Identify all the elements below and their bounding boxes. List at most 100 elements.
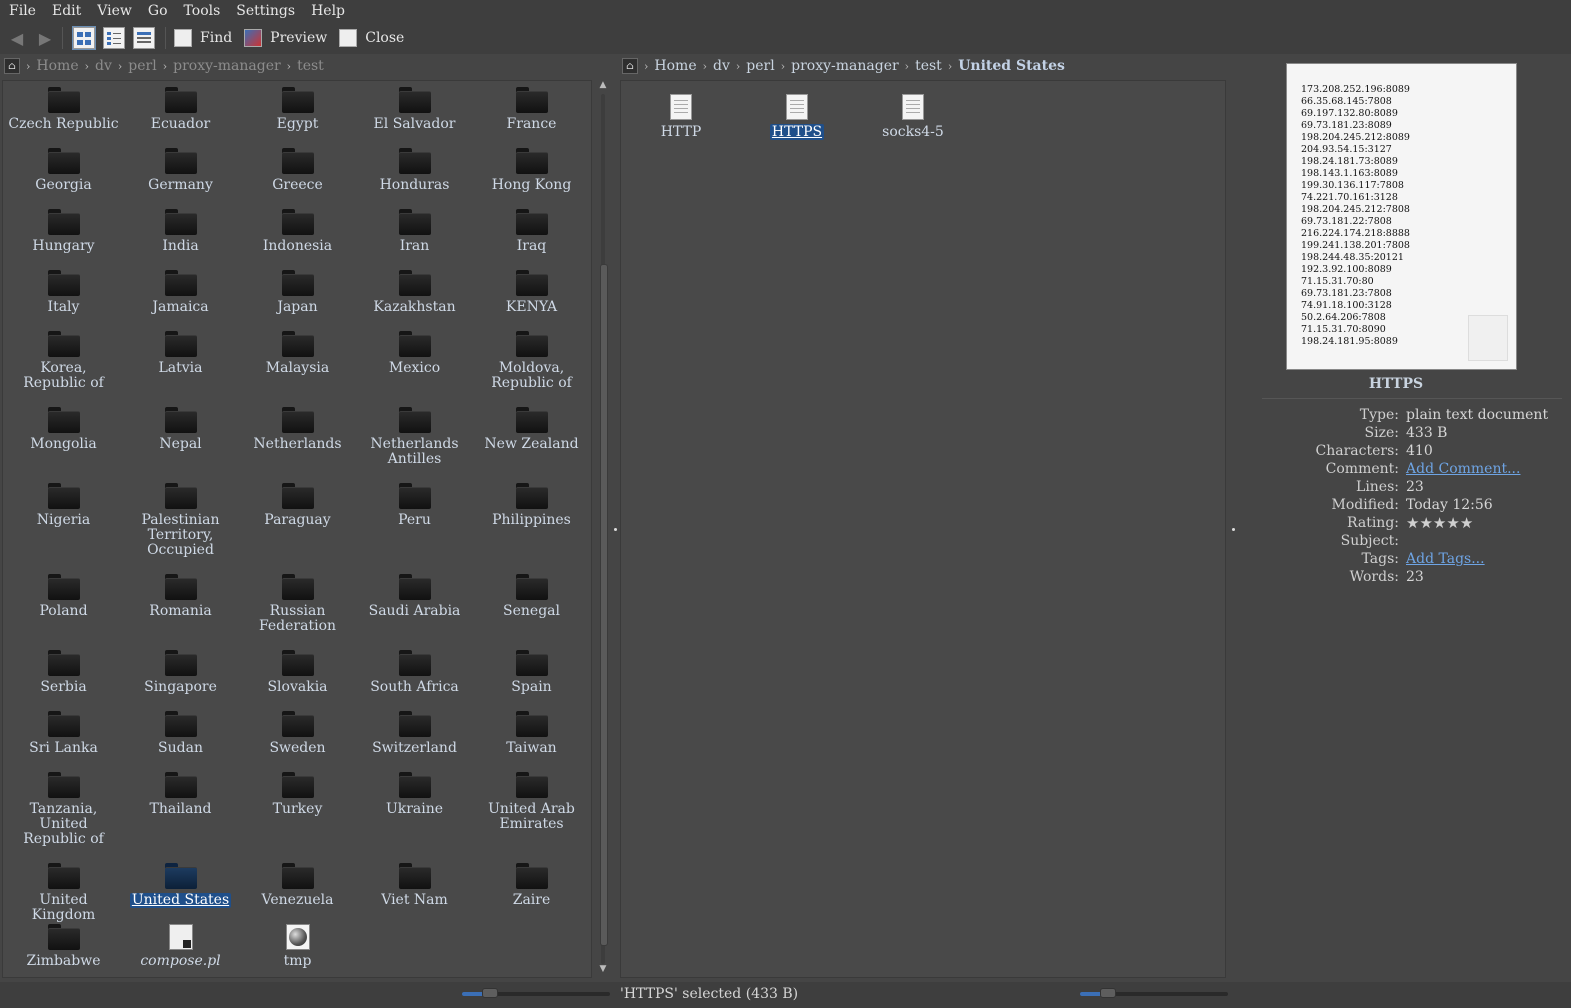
folder-item[interactable]: Spain	[473, 650, 590, 695]
crumb-test[interactable]: test	[915, 58, 942, 74]
folder-item[interactable]: Georgia	[5, 148, 122, 193]
folder-item[interactable]: Philippines	[473, 483, 590, 528]
menu-tools[interactable]: Tools	[175, 3, 228, 19]
folder-item[interactable]: New Zealand	[473, 407, 590, 452]
right-zoom-slider[interactable]	[1080, 988, 1228, 998]
find-button[interactable]: Find	[174, 29, 232, 47]
menu-help[interactable]: Help	[302, 3, 352, 19]
scroll-down-icon[interactable]: ▼	[596, 964, 610, 978]
crumb-united-states[interactable]: United States	[958, 58, 1065, 74]
folder-item[interactable]: Honduras	[356, 148, 473, 193]
folder-item[interactable]: Tanzania, United Republic of	[5, 772, 122, 847]
splitter-handle[interactable]	[614, 528, 617, 531]
back-arrow-icon[interactable]: ◀	[6, 27, 28, 49]
folder-item[interactable]: Japan	[239, 270, 356, 315]
splitter-handle[interactable]	[1232, 528, 1235, 531]
crumb-perl[interactable]: perl	[746, 58, 774, 74]
crumb-perl[interactable]: perl	[128, 58, 156, 74]
star-icon[interactable]: ★	[1446, 514, 1459, 532]
star-icon[interactable]: ★	[1406, 514, 1419, 532]
folder-item[interactable]: Indonesia	[239, 209, 356, 254]
file-item[interactable]: socks4-5	[873, 94, 953, 140]
folder-item[interactable]: Slovakia	[239, 650, 356, 695]
folder-item[interactable]: Ecuador	[122, 87, 239, 132]
folder-item[interactable]: El Salvador	[356, 87, 473, 132]
star-icon[interactable]: ★	[1433, 514, 1446, 532]
scroll-up-icon[interactable]: ▲	[596, 80, 610, 94]
folder-item[interactable]: Taiwan	[473, 711, 590, 756]
folder-item[interactable]: Venezuela	[239, 863, 356, 908]
compact-view-icon[interactable]	[103, 27, 125, 49]
folder-item[interactable]: Palestinian Territory, Occupied	[122, 483, 239, 558]
crumb-test[interactable]: test	[297, 58, 324, 74]
folder-item[interactable]: Iraq	[473, 209, 590, 254]
folder-item[interactable]: Saudi Arabia	[356, 574, 473, 619]
scroll-thumb[interactable]	[600, 264, 608, 946]
preview-button[interactable]: Preview	[244, 29, 327, 47]
folder-item[interactable]: Zimbabwe	[5, 924, 122, 969]
meta-link[interactable]: Add Tags...	[1406, 551, 1485, 567]
folder-item[interactable]: Switzerland	[356, 711, 473, 756]
crumb-home[interactable]: Home	[36, 58, 78, 74]
folder-item[interactable]: Nepal	[122, 407, 239, 452]
zoom-slider-handle[interactable]	[482, 988, 498, 998]
folder-item[interactable]: Mexico	[356, 331, 473, 376]
menu-go[interactable]: Go	[139, 3, 175, 19]
file-item[interactable]: HTTPS	[757, 94, 837, 140]
folder-item[interactable]: South Africa	[356, 650, 473, 695]
right-file-view[interactable]: HTTP HTTPS socks4-5	[620, 80, 1226, 978]
close-button[interactable]: Close	[339, 29, 404, 47]
folder-item[interactable]: Sri Lanka	[5, 711, 122, 756]
folder-item[interactable]: Russian Federation	[239, 574, 356, 634]
left-scrollbar[interactable]: ▲ ▼	[596, 80, 610, 978]
folder-item[interactable]: United States	[122, 863, 239, 908]
folder-item[interactable]: Malaysia	[239, 331, 356, 376]
menu-view[interactable]: View	[88, 3, 139, 19]
folder-item[interactable]: Moldova, Republic of	[473, 331, 590, 391]
folder-item[interactable]: Senegal	[473, 574, 590, 619]
folder-item[interactable]: Korea, Republic of	[5, 331, 122, 391]
folder-item[interactable]: Hong Kong	[473, 148, 590, 193]
folder-item[interactable]: Jamaica	[122, 270, 239, 315]
folder-item[interactable]: India	[122, 209, 239, 254]
folder-item[interactable]: Poland	[5, 574, 122, 619]
star-icon[interactable]: ★	[1419, 514, 1432, 532]
menu-file[interactable]: File	[0, 3, 43, 19]
menu-edit[interactable]: Edit	[43, 3, 88, 19]
folder-item[interactable]: Egypt	[239, 87, 356, 132]
folder-item[interactable]: Kazakhstan	[356, 270, 473, 315]
crumb-dv[interactable]: dv	[713, 58, 730, 74]
folder-item[interactable]: Paraguay	[239, 483, 356, 528]
menu-settings[interactable]: Settings	[227, 3, 302, 19]
crumb-home[interactable]: Home	[654, 58, 696, 74]
folder-item[interactable]: KENYA	[473, 270, 590, 315]
home-icon[interactable]: ⌂	[622, 58, 638, 74]
zoom-slider-handle[interactable]	[1100, 988, 1116, 998]
folder-item[interactable]: Sudan	[122, 711, 239, 756]
folder-item[interactable]: Serbia	[5, 650, 122, 695]
details-view-icon[interactable]	[133, 27, 155, 49]
meta-link[interactable]: Add Comment...	[1406, 461, 1520, 477]
crumb-dv[interactable]: dv	[95, 58, 112, 74]
folder-item[interactable]: Sweden	[239, 711, 356, 756]
crumb-proxy-manager[interactable]: proxy-manager	[791, 58, 899, 74]
folder-item[interactable]: Thailand	[122, 772, 239, 817]
forward-arrow-icon[interactable]: ▶	[34, 27, 56, 49]
folder-item[interactable]: Netherlands Antilles	[356, 407, 473, 467]
rating-stars[interactable]: ★ ★ ★ ★ ★	[1406, 514, 1473, 532]
folder-item[interactable]: Turkey	[239, 772, 356, 817]
folder-item[interactable]: Latvia	[122, 331, 239, 376]
folder-item[interactable]: Romania	[122, 574, 239, 619]
left-file-view[interactable]: Czech Republic Ecuador Egypt El Salvador Fra…	[2, 80, 592, 978]
home-icon[interactable]: ⌂	[4, 58, 20, 74]
folder-item[interactable]: United Arab Emirates	[473, 772, 590, 832]
folder-item[interactable]: France	[473, 87, 590, 132]
folder-item[interactable]: Hungary	[5, 209, 122, 254]
file-item[interactable]: compose.pl	[122, 924, 239, 969]
folder-item[interactable]: Nigeria	[5, 483, 122, 528]
folder-item[interactable]: Zaire	[473, 863, 590, 908]
folder-item[interactable]: Greece	[239, 148, 356, 193]
folder-item[interactable]: United Kingdom	[5, 863, 122, 923]
icons-view-icon[interactable]	[72, 26, 96, 50]
folder-item[interactable]: Germany	[122, 148, 239, 193]
